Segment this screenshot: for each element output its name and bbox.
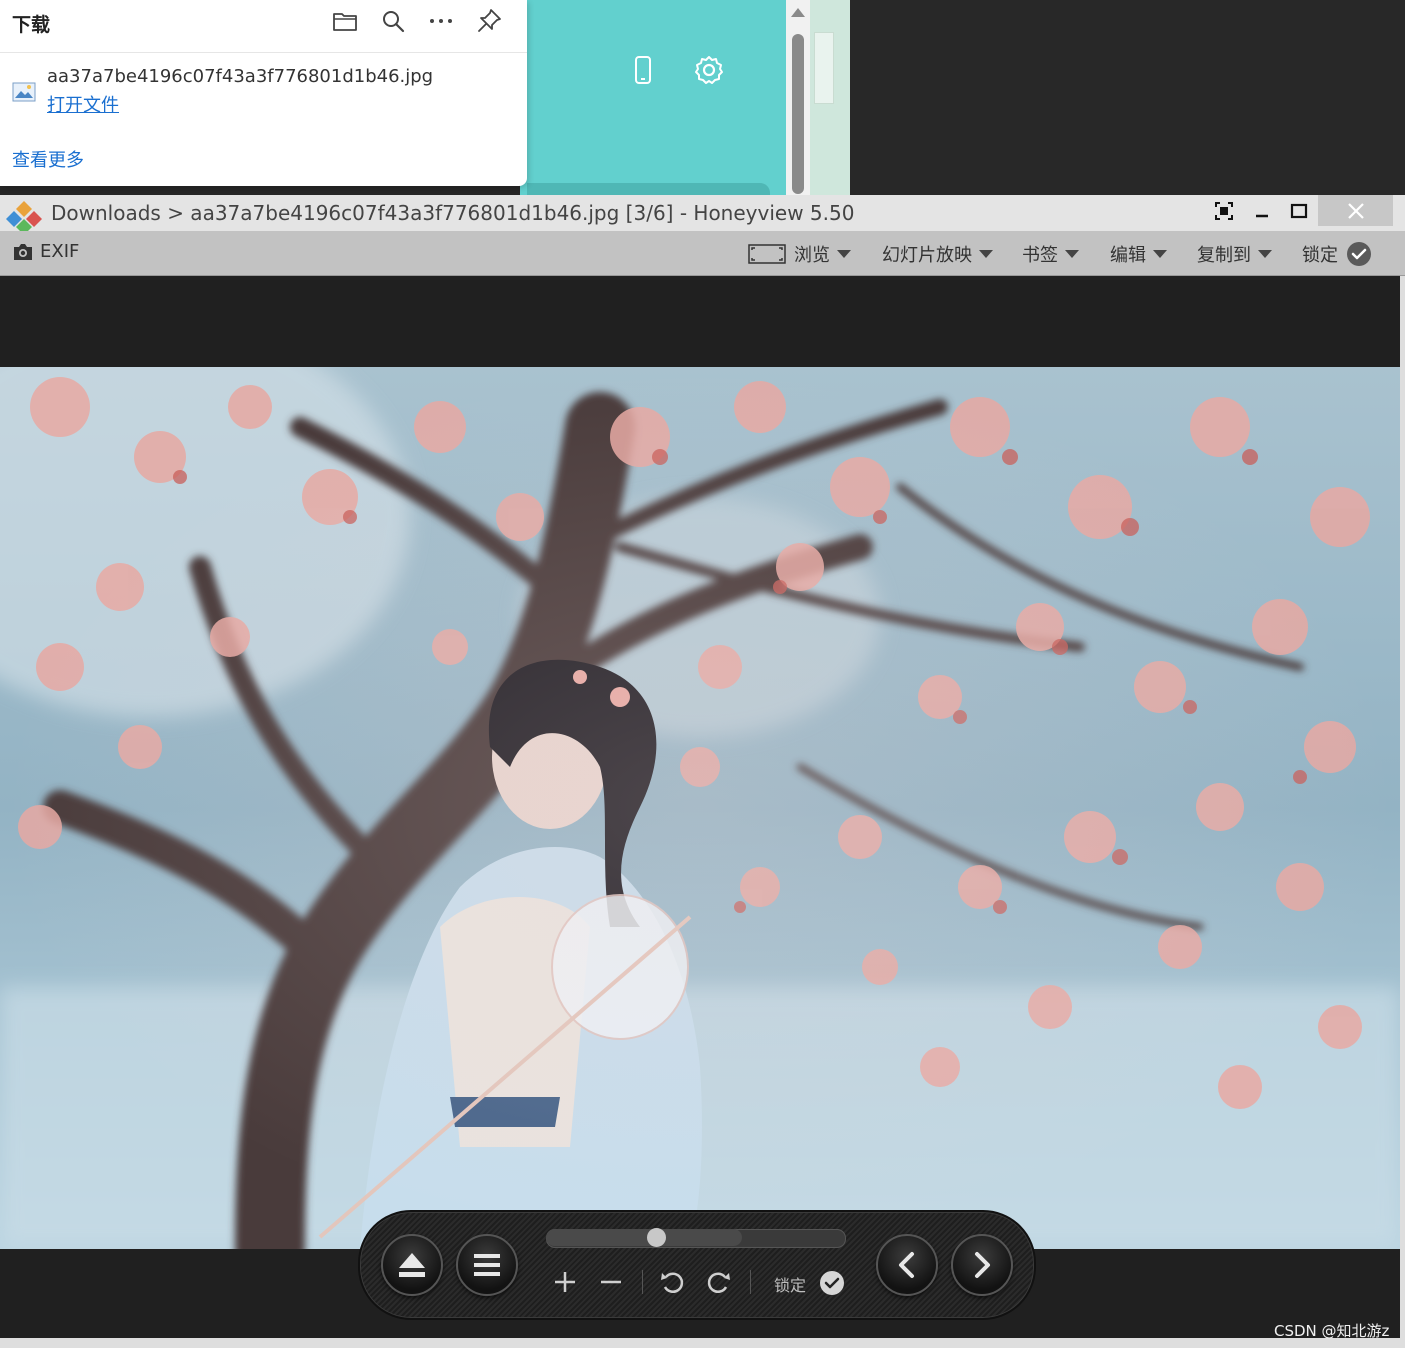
honeyview-logo-icon: [4, 199, 44, 235]
phone-icon[interactable]: [631, 55, 655, 85]
image-file-icon: [12, 82, 36, 102]
copy-to-label: 复制到: [1197, 245, 1251, 266]
search-icon[interactable]: [378, 6, 408, 36]
rotate-right-icon[interactable]: [703, 1266, 735, 1298]
background-app-panel: [520, 0, 790, 195]
check-circle-icon: [1346, 241, 1372, 267]
window-title: Downloads > aa37a7be4196c07f43a3f776801d…: [51, 201, 855, 225]
pin-icon[interactable]: [474, 6, 504, 36]
copy-to-menu[interactable]: 复制到: [1197, 241, 1272, 267]
background-app-footer: [527, 183, 770, 195]
background-dark-area: [850, 0, 1405, 195]
lock-toggle[interactable]: 锁定: [1302, 241, 1372, 267]
window-edge: [1400, 276, 1405, 1348]
open-file-link[interactable]: 打开文件: [47, 91, 119, 117]
chevron-down-icon: [1258, 250, 1272, 258]
zoom-out-icon[interactable]: [595, 1266, 627, 1298]
slideshow-label: 幻灯片放映: [882, 245, 972, 266]
displayed-photo[interactable]: [0, 367, 1400, 1249]
browse-label: 浏览: [794, 245, 830, 266]
slider-handle[interactable]: [646, 1228, 666, 1247]
download-panel-divider: [0, 52, 527, 53]
more-icon[interactable]: [426, 6, 456, 36]
download-file-name: aa37a7be4196c07f43a3f776801d1b46.jpg: [47, 66, 434, 87]
eject-button[interactable]: [381, 1234, 443, 1296]
bookmark-menu[interactable]: 书签: [1022, 241, 1079, 267]
folder-icon[interactable]: [330, 6, 360, 36]
chevron-left-icon: [895, 1251, 919, 1279]
settings-icon[interactable]: [693, 54, 725, 86]
menu-icon: [473, 1252, 501, 1278]
lock-label: 锁定: [1302, 245, 1338, 266]
separator: [750, 1270, 751, 1294]
camera-icon: [12, 242, 34, 262]
scrollbar-thumb[interactable]: [792, 34, 804, 194]
slideshow-menu[interactable]: 幻灯片放映: [882, 241, 993, 267]
download-panel-title: 下载: [12, 14, 51, 36]
control-lock-label[interactable]: 锁定: [774, 1272, 806, 1296]
slider-fill: [546, 1229, 743, 1246]
viewer-toolbar: [0, 231, 1405, 276]
check-circle-icon[interactable]: [819, 1270, 845, 1296]
minimize-icon[interactable]: [1248, 199, 1276, 223]
separator: [642, 1270, 643, 1294]
next-image-button[interactable]: [951, 1234, 1013, 1296]
close-icon: [1347, 202, 1365, 220]
chevron-down-icon: [979, 250, 993, 258]
zoom-in-icon[interactable]: [549, 1266, 581, 1298]
maximize-icon[interactable]: [1285, 199, 1313, 223]
bookmark-label: 书签: [1022, 245, 1058, 266]
menu-button[interactable]: [456, 1234, 518, 1296]
browse-icon: [748, 244, 786, 264]
watermark: CSDN @知北游z: [1274, 1322, 1390, 1340]
previous-image-button[interactable]: [876, 1234, 938, 1296]
chevron-down-icon: [1153, 250, 1167, 258]
background-sidebar-panel: [814, 32, 834, 104]
edit-menu[interactable]: 编辑: [1110, 241, 1167, 267]
exif-label: EXIF: [40, 241, 80, 262]
see-more-link[interactable]: 查看更多: [12, 146, 84, 172]
exif-button[interactable]: EXIF: [12, 241, 79, 262]
fullscreen-icon[interactable]: [1210, 199, 1238, 223]
chevron-right-icon: [970, 1251, 994, 1279]
window-edge: [0, 1338, 1405, 1348]
chevron-down-icon: [837, 250, 851, 258]
browse-menu[interactable]: 浏览: [748, 241, 851, 267]
edit-label: 编辑: [1110, 245, 1146, 266]
chevron-down-icon: [1065, 250, 1079, 258]
eject-icon: [397, 1251, 427, 1279]
scroll-up-arrow-icon[interactable]: [791, 8, 805, 17]
rotate-left-icon[interactable]: [656, 1266, 688, 1298]
close-button[interactable]: [1318, 195, 1393, 226]
